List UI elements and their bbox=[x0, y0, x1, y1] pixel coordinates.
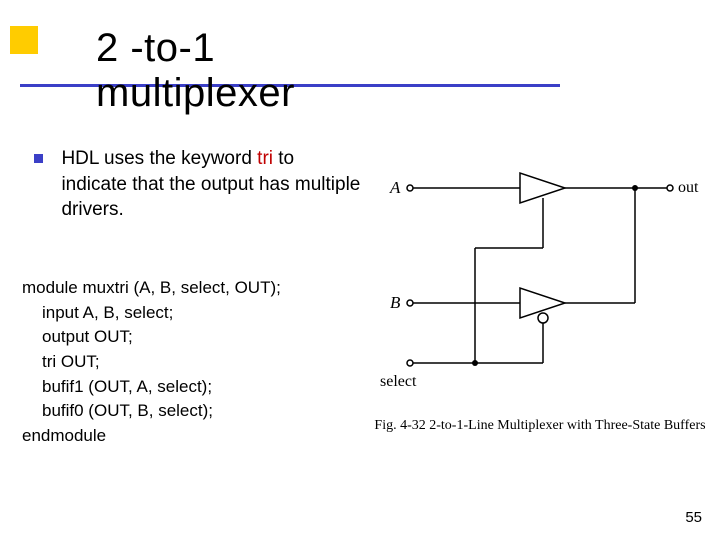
figure-label-a: A bbox=[389, 178, 401, 197]
bullet-icon bbox=[34, 154, 43, 163]
code-line: bufif0 (OUT, B, select); bbox=[42, 399, 281, 424]
code-line: module muxtri (A, B, select, OUT); bbox=[22, 276, 281, 301]
bullet-text: HDL uses the keyword tri to indicate tha… bbox=[61, 146, 361, 223]
figure-caption: Fig. 4-32 2-to-1-Line Multiplexer with T… bbox=[370, 418, 710, 434]
title-accent-square bbox=[10, 26, 38, 54]
code-line: input A, B, select; bbox=[42, 301, 281, 326]
keyword-tri: tri bbox=[257, 148, 273, 169]
bullet-text-pre: HDL uses the keyword bbox=[61, 148, 257, 169]
figure-label-b: B bbox=[390, 293, 401, 312]
circuit-diagram: A B out select bbox=[380, 148, 700, 428]
page-number: 55 bbox=[685, 509, 702, 526]
code-block: module muxtri (A, B, select, OUT); input… bbox=[22, 276, 281, 448]
slide-title: 2 -to-1 multiplexer bbox=[96, 26, 295, 116]
figure-label-select: select bbox=[380, 373, 417, 390]
slide: 2 -to-1 multiplexer HDL uses the keyword… bbox=[0, 0, 720, 540]
bullet-item: HDL uses the keyword tri to indicate tha… bbox=[34, 146, 369, 223]
code-line: endmodule bbox=[22, 424, 281, 449]
figure-label-out: out bbox=[678, 179, 699, 196]
code-line: tri OUT; bbox=[42, 350, 281, 375]
code-line: output OUT; bbox=[42, 325, 281, 350]
code-line: bufif1 (OUT, A, select); bbox=[42, 375, 281, 400]
